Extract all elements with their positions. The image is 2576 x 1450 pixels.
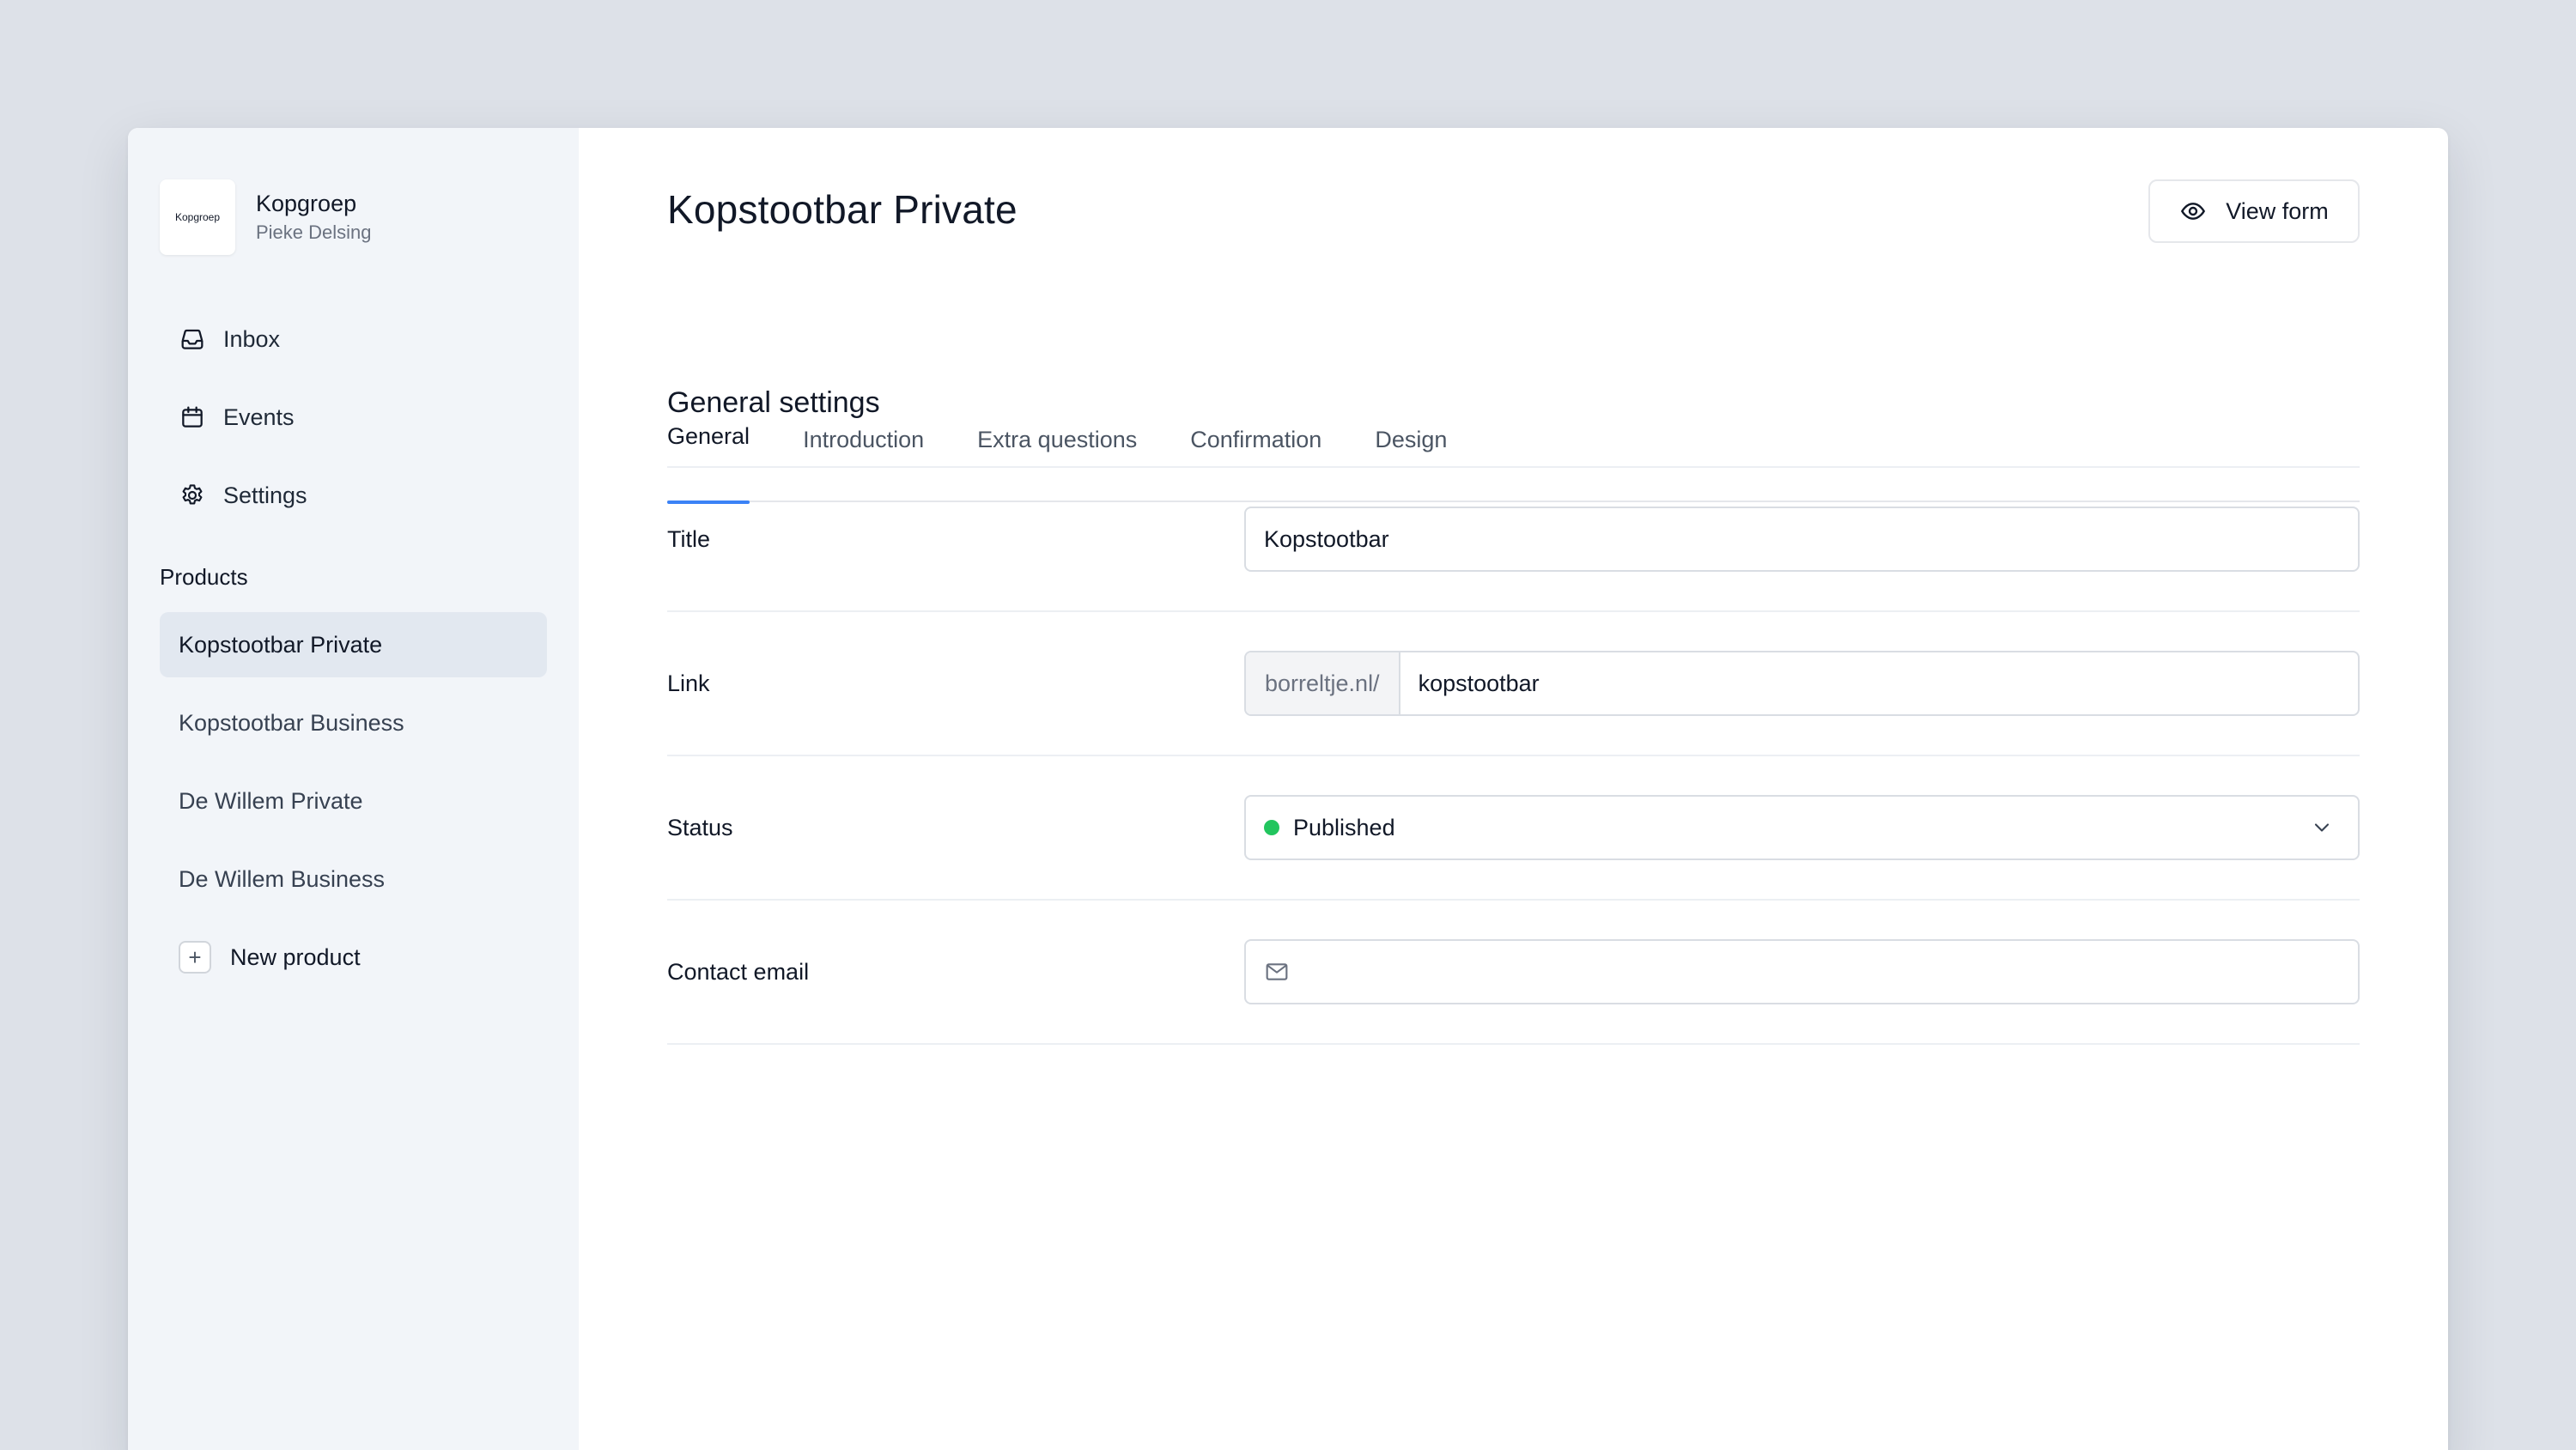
tab-design[interactable]: Design [1375, 411, 1447, 502]
form-row-link: Link borreltje.nl/ kopstootbar [667, 612, 2360, 756]
chevron-down-icon [2314, 823, 2330, 832]
page-title: Kopstootbar Private [667, 187, 1018, 232]
org-switcher[interactable]: Kopgroep Kopgroep Pieke Delsing [160, 179, 547, 255]
sidebar: Kopgroep Kopgroep Pieke Delsing Inbox Ev… [128, 128, 579, 1450]
org-user: Pieke Delsing [256, 221, 372, 243]
gear-icon [182, 484, 203, 505]
tab-bar: General Introduction Extra questions Con… [667, 411, 2360, 504]
title-label: Title [667, 525, 711, 552]
eye-icon [2181, 203, 2206, 220]
main-content: Kopstootbar Private View form General In… [579, 128, 2448, 1450]
status-dot [1264, 820, 1279, 835]
product-item-label: De Willem Business [179, 865, 386, 892]
calendar-icon [182, 406, 203, 428]
org-logo: Kopgroep [160, 179, 235, 255]
tab-introduction[interactable]: Introduction [803, 411, 924, 502]
tab-confirmation[interactable]: Confirmation [1190, 411, 1321, 502]
nav-item-inbox[interactable]: Inbox [160, 306, 547, 372]
title-input-value: Kopstootbar [1264, 525, 1389, 552]
mail-icon [1266, 963, 1288, 980]
new-product-label: New product [230, 943, 361, 970]
form-row-status: Status Published [667, 756, 2360, 901]
nav-item-label: Events [223, 403, 295, 430]
nav-item-label: Inbox [223, 325, 281, 352]
tab-label: Introduction [803, 427, 925, 452]
title-input[interactable]: Kopstootbar [1244, 507, 2360, 572]
new-product-button[interactable]: + New product [160, 925, 547, 990]
contact-email-input[interactable] [1244, 939, 2360, 1004]
tab-label: Design [1375, 427, 1448, 452]
org-info: Kopgroep Pieke Delsing [256, 188, 372, 246]
nav-item-label: Settings [223, 482, 307, 508]
product-item-de-willem-business[interactable]: De Willem Business [160, 846, 547, 912]
product-item-label: Kopstootbar Private [179, 631, 383, 658]
app-window: Kopgroep Kopgroep Pieke Delsing Inbox Ev… [128, 128, 2448, 1450]
view-form-button[interactable]: View form [2148, 179, 2360, 243]
tab-label: Extra questions [977, 427, 1138, 452]
tab-general[interactable]: General [667, 411, 750, 504]
products-title: Products [160, 564, 248, 590]
status-select[interactable]: Published [1244, 795, 2360, 860]
product-item-de-willem-private[interactable]: De Willem Private [160, 768, 547, 834]
product-item-label: De Willem Private [179, 787, 363, 814]
status-label: Status [667, 814, 733, 840]
nav-item-settings[interactable]: Settings [160, 463, 547, 528]
status-value: Published [1293, 814, 1395, 840]
tab-label: Confirmation [1190, 427, 1322, 452]
tab-label: General [667, 423, 750, 449]
nav-item-events[interactable]: Events [160, 385, 547, 450]
product-item-kopstootbar-private[interactable]: Kopstootbar Private [160, 612, 547, 677]
product-item-kopstootbar-business[interactable]: Kopstootbar Business [160, 690, 547, 755]
link-label: Link [667, 670, 710, 696]
tab-extra-questions[interactable]: Extra questions [977, 411, 1137, 502]
contact-email-label: Contact email [667, 958, 810, 985]
page-header: Kopstootbar Private View form [667, 128, 2360, 300]
link-input[interactable]: borreltje.nl/ kopstootbar [1244, 651, 2360, 716]
product-item-label: Kopstootbar Business [179, 709, 404, 736]
form-row-contact-email: Contact email [667, 901, 2360, 1045]
link-input-value: kopstootbar [1418, 670, 1540, 696]
plus-icon: + [179, 941, 211, 974]
org-name: Kopgroep [256, 191, 357, 216]
inbox-icon [181, 329, 204, 349]
link-prefix: borreltje.nl/ [1246, 652, 1400, 714]
org-logo-text: Kopgroep [174, 211, 221, 223]
view-form-label: View form [2226, 197, 2329, 224]
